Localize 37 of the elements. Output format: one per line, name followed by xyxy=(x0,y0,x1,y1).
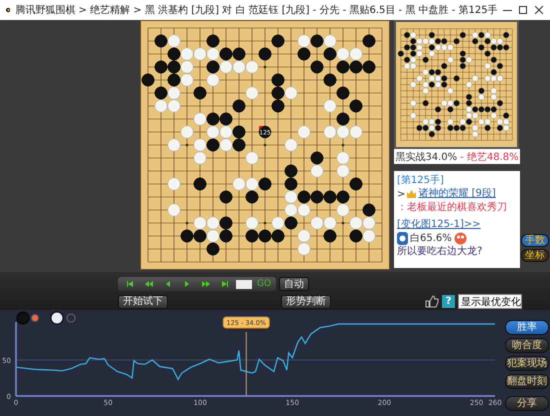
share-button[interactable]: 分享 xyxy=(505,396,549,411)
variation-dropdown[interactable]: 显示最优变化 xyxy=(458,294,522,309)
window-title: 腾讯野狐围棋 > 绝艺精解 > 黑 洪基杓 [九段] 对 白 范廷钰 [九段] - 分先 - 黑贴6.5目 - 黑 中盘胜 - 第125手 xyxy=(15,4,498,17)
ring-icon[interactable] xyxy=(66,314,76,322)
go-button[interactable]: GO xyxy=(254,279,274,289)
close-icon[interactable] xyxy=(534,6,543,14)
current-move-line xyxy=(246,332,247,396)
actual-win-rate: 黑实战34.0% xyxy=(395,150,458,164)
chart-mode-button[interactable]: 吻合度 xyxy=(505,338,549,353)
crown-icon xyxy=(407,190,416,198)
board-toggle-button[interactable]: 坐标 xyxy=(521,249,549,262)
ai-logo-icon xyxy=(397,232,408,245)
chart-mode-button[interactable]: 翻盘时刻 xyxy=(505,374,549,389)
chart-mode-button[interactable]: 胜率 xyxy=(505,320,549,335)
variation-link[interactable]: [变化图125-1]>> xyxy=(397,218,481,232)
dot-icon[interactable] xyxy=(31,314,39,322)
app-logo-icon xyxy=(6,5,10,15)
skip-back-icon xyxy=(124,280,134,288)
judge-button[interactable]: 形势判断 xyxy=(281,294,331,308)
try-button[interactable]: 开始试下 xyxy=(118,294,168,308)
ai-win-rate: - 绝艺48.8% xyxy=(460,150,519,164)
question-text: 所以要吃右边大龙? xyxy=(397,245,484,258)
reply-marker: > xyxy=(397,188,406,200)
maximize-icon[interactable] xyxy=(519,6,528,14)
fast-forward-icon xyxy=(200,280,210,288)
move-label: [第125手] xyxy=(397,174,444,187)
chart-mode-button[interactable]: 犯案现场 xyxy=(505,356,549,371)
author-link[interactable]: 诸神的荣耀 [9段] xyxy=(418,187,496,201)
move-input[interactable] xyxy=(236,280,252,288)
auto-button[interactable]: 自动 xyxy=(279,277,310,291)
rewind-icon xyxy=(144,280,154,288)
comment-text: ：老板最近的棋喜欢秀刀 xyxy=(397,201,508,214)
skip-forward-icon xyxy=(220,280,230,288)
emoji-icon xyxy=(454,232,467,245)
thumbs-up-icon[interactable] xyxy=(425,295,439,308)
variation-win-rate: 白65.6% xyxy=(410,232,452,245)
player-stone-icon[interactable] xyxy=(50,312,64,324)
